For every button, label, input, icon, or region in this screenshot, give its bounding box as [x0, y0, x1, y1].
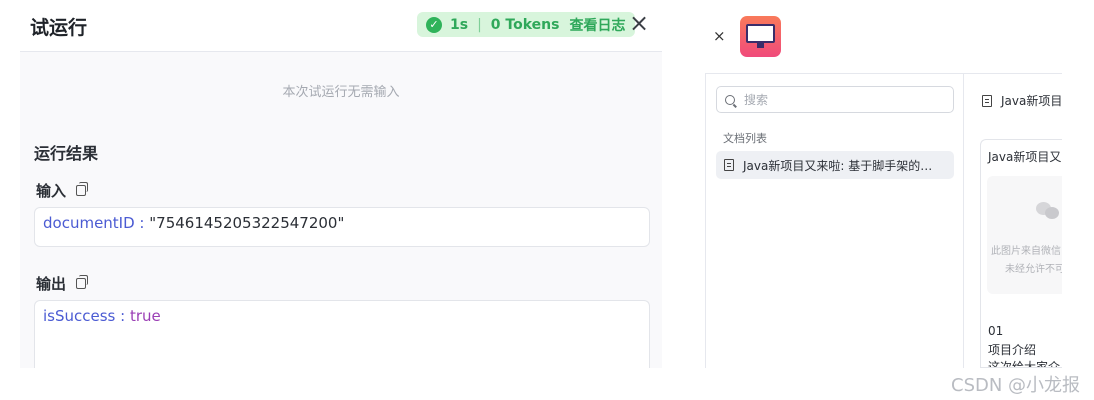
- output-sep: :: [115, 307, 130, 325]
- output-label: 输出: [36, 273, 89, 294]
- body-line-2: 项目介绍: [988, 343, 1037, 357]
- monitor-icon: [746, 24, 775, 43]
- header-divider: [705, 73, 1062, 74]
- placeholder-text-2: 未经允许不可: [1005, 264, 1062, 275]
- card-title: Java新项目又: [988, 150, 1062, 164]
- watermark: CSDN @小龙报: [951, 375, 1081, 396]
- doc-tab-label: Java新项目: [1001, 94, 1063, 108]
- list-item[interactable]: Java新项目又来啦: 基于脚手架的…: [716, 151, 954, 179]
- document-icon: [724, 159, 734, 171]
- close-icon[interactable]: ×: [629, 11, 649, 35]
- search-input[interactable]: 搜索: [716, 86, 954, 113]
- view-log-link[interactable]: 查看日志: [569, 15, 625, 35]
- input-sep: :: [134, 214, 150, 232]
- copy-input-icon[interactable]: [76, 182, 89, 196]
- run-status-badge: ✓ 1s | 0 Tokens 查看日志: [417, 12, 636, 37]
- output-json-box: isSuccess : true: [34, 300, 650, 368]
- copy-output-icon[interactable]: [76, 275, 89, 289]
- doc-item-label: Java新项目又来啦: 基于脚手架的…: [743, 158, 933, 173]
- output-label-text: 输出: [36, 275, 67, 293]
- monitor-stand: [757, 43, 764, 48]
- output-value: true: [129, 307, 161, 325]
- image-placeholder: 此图片来自微信 未经允许不可: [987, 176, 1062, 294]
- input-json-box: documentID : "7546145205322547200": [34, 207, 650, 247]
- success-check-icon: ✓: [426, 16, 442, 33]
- left-border: [705, 74, 706, 368]
- placeholder-text-1: 此图片来自微信: [991, 246, 1061, 257]
- search-icon: [725, 94, 735, 105]
- doc-list-header: 文档列表: [723, 132, 767, 145]
- panel-title: 试运行: [30, 17, 88, 39]
- status-separator: |: [477, 16, 482, 33]
- result-title: 运行结果: [34, 144, 99, 163]
- input-label-text: 输入: [36, 182, 67, 200]
- doc-tab[interactable]: Java新项目: [982, 92, 1062, 109]
- column-divider: [963, 74, 964, 368]
- app-logo-icon: [740, 16, 781, 57]
- test-run-panel: 试运行 ✓ 1s | 0 Tokens 查看日志 × 本次试运行无需输入 运行结…: [20, 0, 662, 368]
- run-duration: 1s: [450, 16, 469, 33]
- document-icon: [982, 94, 992, 107]
- body-line-3: 这次给大家介: [988, 360, 1061, 368]
- token-count: 0 Tokens: [490, 16, 560, 33]
- panel-header: 试运行 ✓ 1s | 0 Tokens 查看日志 ×: [20, 0, 662, 52]
- input-label: 输入: [36, 180, 89, 201]
- close-icon[interactable]: ×: [713, 27, 726, 45]
- doc-preview-card: Java新项目又 此图片来自微信 未经允许不可 01 项目介绍 这次给大家介: [980, 139, 1062, 368]
- search-placeholder: 搜索: [744, 93, 769, 107]
- no-input-hint: 本次试运行无需输入: [282, 85, 400, 100]
- output-key: isSuccess: [43, 307, 116, 325]
- input-key: documentID: [43, 214, 135, 232]
- wechat-icon: [1036, 202, 1060, 220]
- body-line-1: 01: [988, 324, 1004, 338]
- document-viewer: × 搜索 文档列表 Java新项目又来啦: 基于脚手架的… Java新项目 Ja…: [705, 0, 1062, 368]
- input-value: "7546145205322547200": [149, 214, 345, 232]
